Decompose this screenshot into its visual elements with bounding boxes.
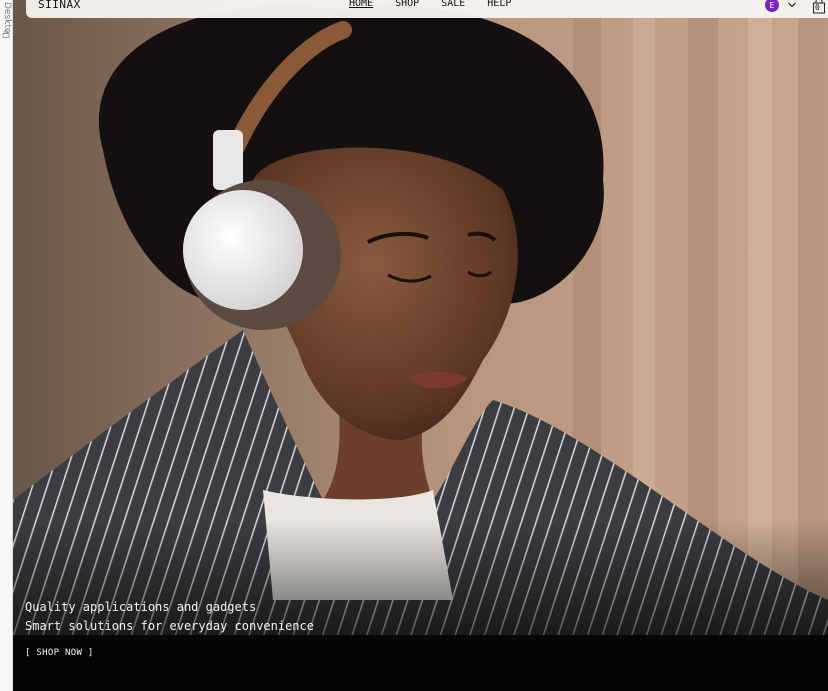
page: Deskto SIINAX HOME SHOP SALE HELP E 0 Qu… — [0, 0, 828, 691]
main-nav: HOME SHOP SALE HELP — [349, 0, 511, 9]
nav-home[interactable]: HOME — [349, 0, 373, 9]
hero-banner — [13, 0, 828, 691]
site-header: SIINAX HOME SHOP SALE HELP E 0 — [26, 0, 828, 18]
editor-side-strip: Deskto — [0, 0, 13, 691]
user-avatar[interactable]: E — [765, 0, 779, 12]
editor-side-label: Deskto — [2, 2, 12, 34]
shop-now-button[interactable]: [ SHOP NOW ] — [25, 648, 94, 658]
cart-count: 0 — [815, 3, 820, 12]
hero-bottom-band — [13, 635, 828, 691]
hero-title: Quality applications and gadgets — [25, 600, 257, 614]
lock-icon — [2, 30, 10, 38]
hero-image — [13, 0, 828, 691]
nav-help[interactable]: HELP — [487, 0, 511, 9]
site-logo[interactable]: SIINAX — [38, 0, 81, 11]
hero-subtitle: Smart solutions for everyday convenience — [25, 619, 314, 633]
chevron-down-icon[interactable] — [787, 0, 797, 10]
nav-sale[interactable]: SALE — [441, 0, 465, 9]
nav-shop[interactable]: SHOP — [395, 0, 419, 9]
